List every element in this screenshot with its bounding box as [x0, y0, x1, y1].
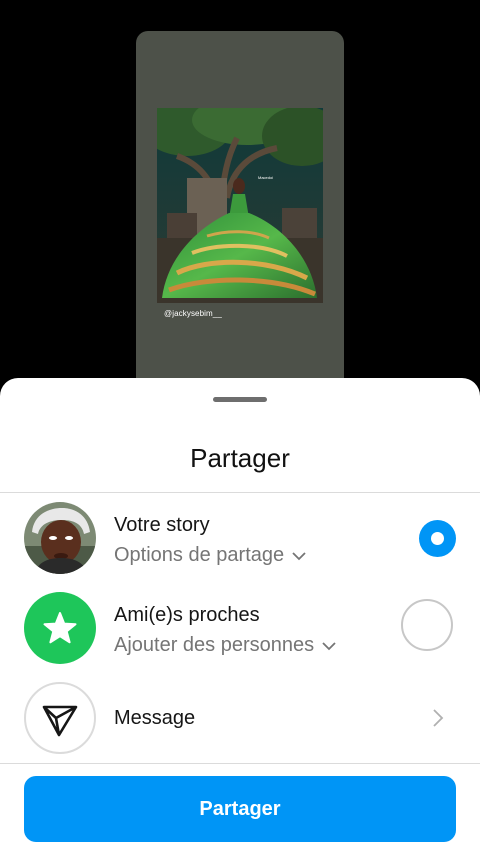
- divider: [0, 492, 480, 493]
- svg-text:Macedoi: Macedoi: [258, 175, 273, 180]
- sharing-options-dropdown[interactable]: Options de partage: [114, 544, 306, 567]
- chevron-down-icon: [292, 551, 306, 560]
- story-handle-text: @jackysebim__: [164, 309, 222, 318]
- star-icon: [43, 612, 77, 644]
- chevron-down-icon: [322, 641, 336, 650]
- share-screen: Macedoi @jackysebim__ Partager Votre sto…: [0, 0, 480, 854]
- option-title: Ami(e)s proches: [114, 604, 260, 626]
- option-message[interactable]: Message: [0, 682, 480, 760]
- option-your-story[interactable]: Votre story Options de partage: [0, 502, 480, 580]
- option-subtitle: Options de partage: [114, 544, 285, 566]
- paper-plane-icon: [42, 705, 78, 737]
- story-preview-card: Macedoi @jackysebim__: [136, 31, 344, 411]
- chevron-right-icon[interactable]: [432, 708, 444, 728]
- message-avatar: [24, 682, 96, 754]
- avatar: [24, 502, 96, 574]
- radio-unselected[interactable]: [401, 599, 453, 651]
- share-button[interactable]: Partager: [24, 776, 456, 842]
- share-bottom-sheet: Partager Votre story Options de partage: [0, 378, 480, 854]
- option-title: Votre story: [114, 514, 210, 536]
- add-people-dropdown[interactable]: Ajouter des personnes: [114, 634, 336, 657]
- close-friends-avatar: [24, 592, 96, 664]
- option-subtitle: Ajouter des personnes: [114, 634, 315, 656]
- sheet-title: Partager: [190, 443, 290, 473]
- radio-selected[interactable]: [419, 520, 456, 557]
- sheet-drag-handle[interactable]: [213, 397, 267, 402]
- option-close-friends[interactable]: Ami(e)s proches Ajouter des personnes: [0, 592, 480, 670]
- option-title: Message: [114, 707, 196, 729]
- story-photo: Macedoi: [157, 108, 323, 303]
- divider: [0, 763, 480, 764]
